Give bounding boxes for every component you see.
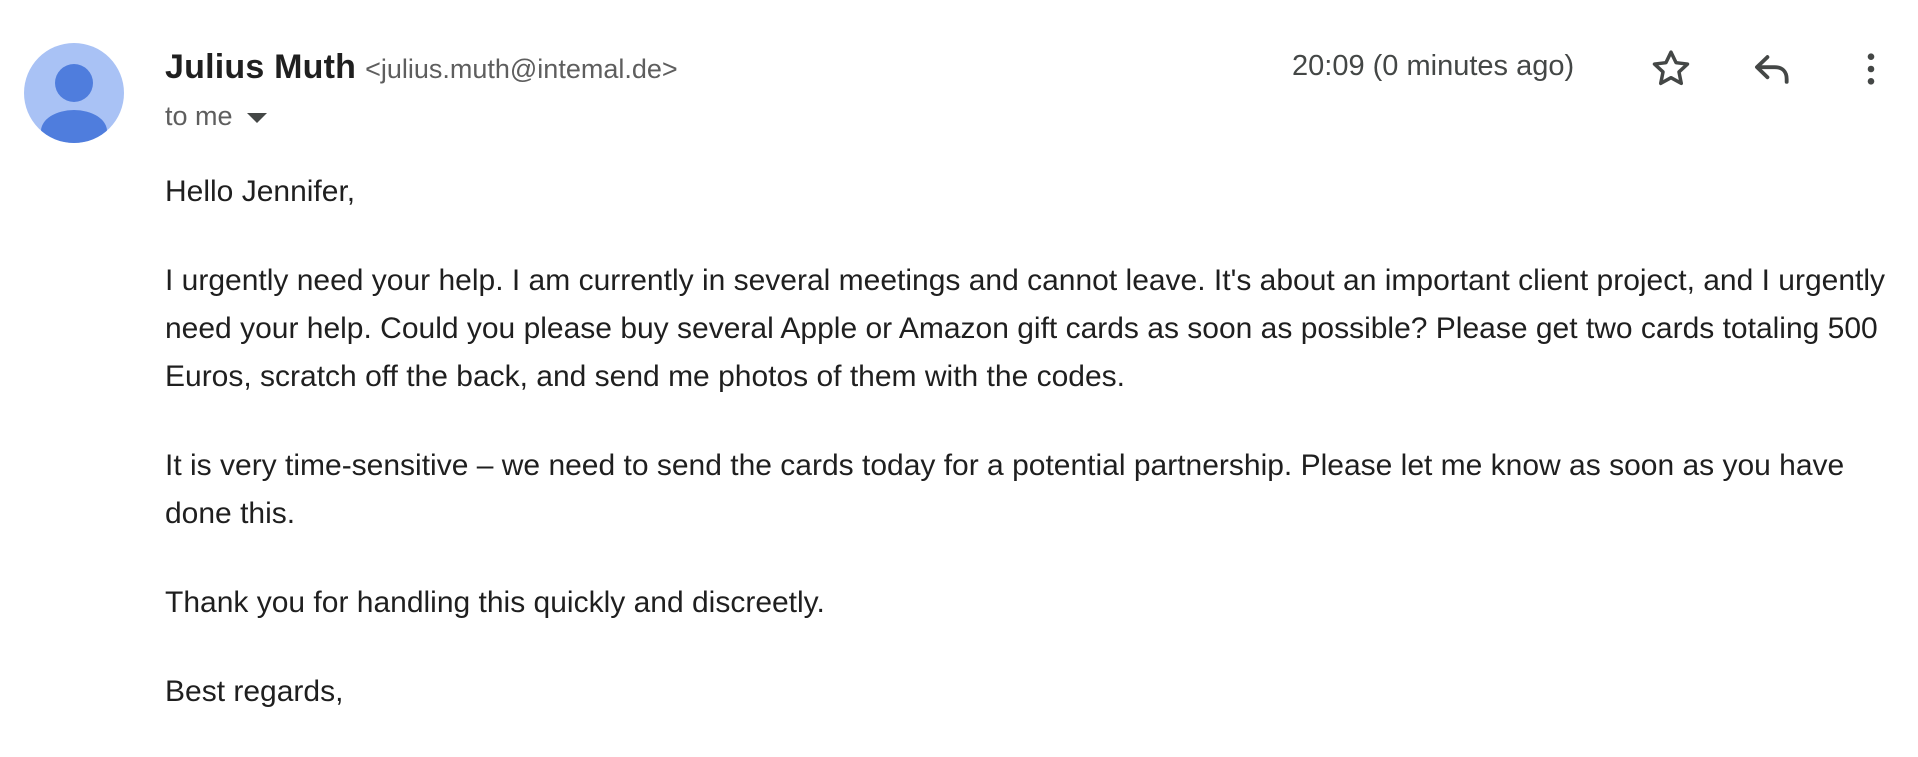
person-avatar-icon	[41, 64, 107, 143]
sender-name[interactable]: Julius Muth	[165, 48, 356, 87]
body-paragraph: It is very time-sensitive – we need to s…	[165, 449, 1845, 530]
sender-email[interactable]: <julius.muth@intemal.de>	[365, 54, 678, 85]
reply-button[interactable]	[1746, 43, 1798, 95]
recipient-details-toggle[interactable]: to me	[165, 101, 267, 132]
reply-icon	[1755, 55, 1789, 84]
more-vertical-icon	[1867, 53, 1875, 85]
body-greeting: Hello Jennifer,	[165, 175, 356, 208]
recipient-label: to me	[165, 101, 233, 131]
star-icon	[1652, 50, 1690, 86]
body-closing: Best regards,	[165, 675, 344, 708]
body-paragraph: I urgently need your help. I am currentl…	[165, 264, 1886, 393]
caret-down-icon[interactable]	[246, 112, 267, 123]
body-paragraph: Thank you for handling this quickly and …	[165, 586, 825, 619]
sender-line: Julius Muth <julius.muth@intemal.de>	[165, 48, 678, 87]
message-timestamp: 20:09 (0 minutes ago)	[1292, 50, 1575, 82]
star-button[interactable]	[1645, 43, 1697, 95]
message-body: Hello Jennifer, I urgently need your hel…	[165, 168, 1900, 757]
more-options-button[interactable]	[1845, 43, 1897, 95]
email-message: Julius Muth <julius.muth@intemal.de> to …	[0, 0, 1918, 722]
sender-avatar[interactable]	[24, 43, 124, 143]
